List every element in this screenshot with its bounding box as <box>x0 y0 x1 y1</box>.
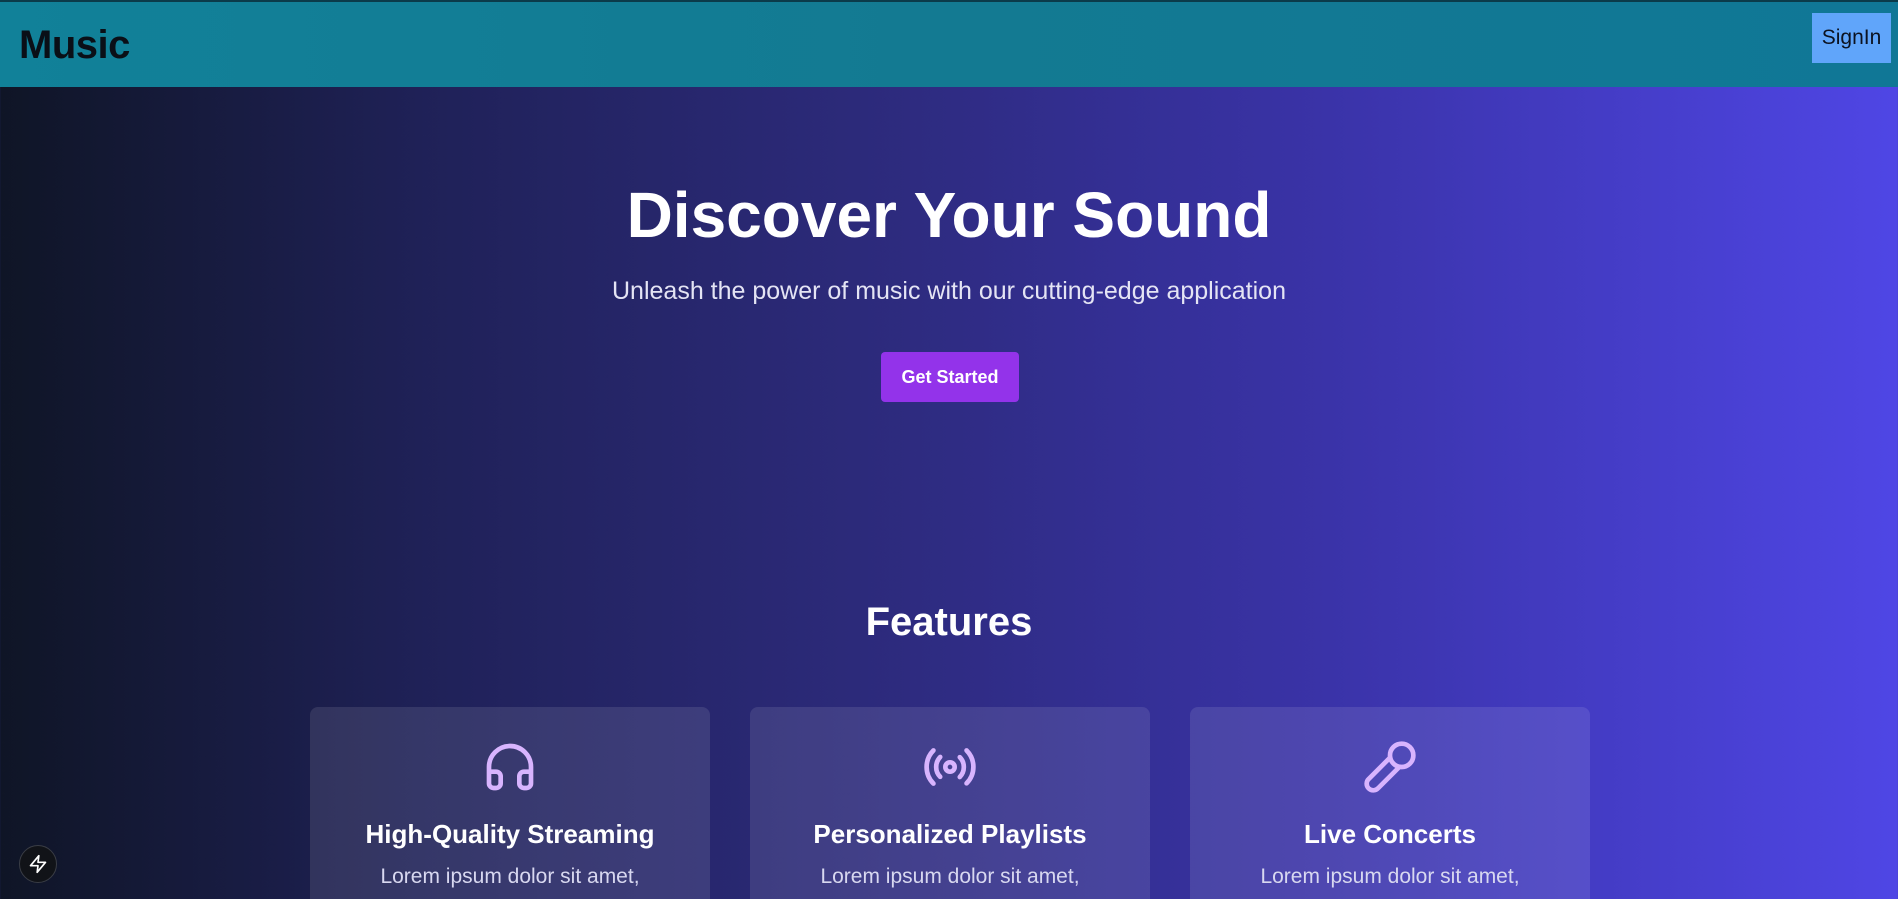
feature-card-streaming: High-Quality Streaming Lorem ipsum dolor… <box>310 707 710 899</box>
lightning-bolt-icon <box>29 854 47 874</box>
features-title: Features <box>865 600 1033 644</box>
floating-action-button[interactable] <box>19 845 57 883</box>
headphones-icon <box>486 743 534 791</box>
feature-title: High-Quality Streaming <box>365 819 655 849</box>
signin-button[interactable]: SignIn <box>1812 13 1891 63</box>
feature-description: Lorem ipsum dolor sit amet, <box>1260 865 1520 888</box>
hero-subtitle: Unleash the power of music with our cutt… <box>612 277 1286 305</box>
hero-title: Discover Your Sound <box>626 179 1272 251</box>
get-started-button[interactable]: Get Started <box>881 352 1019 402</box>
brand-logo[interactable]: Music <box>19 23 130 68</box>
microphone-icon <box>1364 741 1416 793</box>
feature-card-concerts: Live Concerts Lorem ipsum dolor sit amet… <box>1190 707 1590 899</box>
radio-broadcast-icon <box>924 748 976 786</box>
navbar: Music SignIn <box>0 2 1898 87</box>
feature-title: Personalized Playlists <box>813 819 1087 849</box>
feature-card-playlists: Personalized Playlists Lorem ipsum dolor… <box>750 707 1150 899</box>
feature-description: Lorem ipsum dolor sit amet, <box>820 865 1080 888</box>
feature-description: Lorem ipsum dolor sit amet, <box>380 865 640 888</box>
feature-title: Live Concerts <box>1304 819 1476 849</box>
